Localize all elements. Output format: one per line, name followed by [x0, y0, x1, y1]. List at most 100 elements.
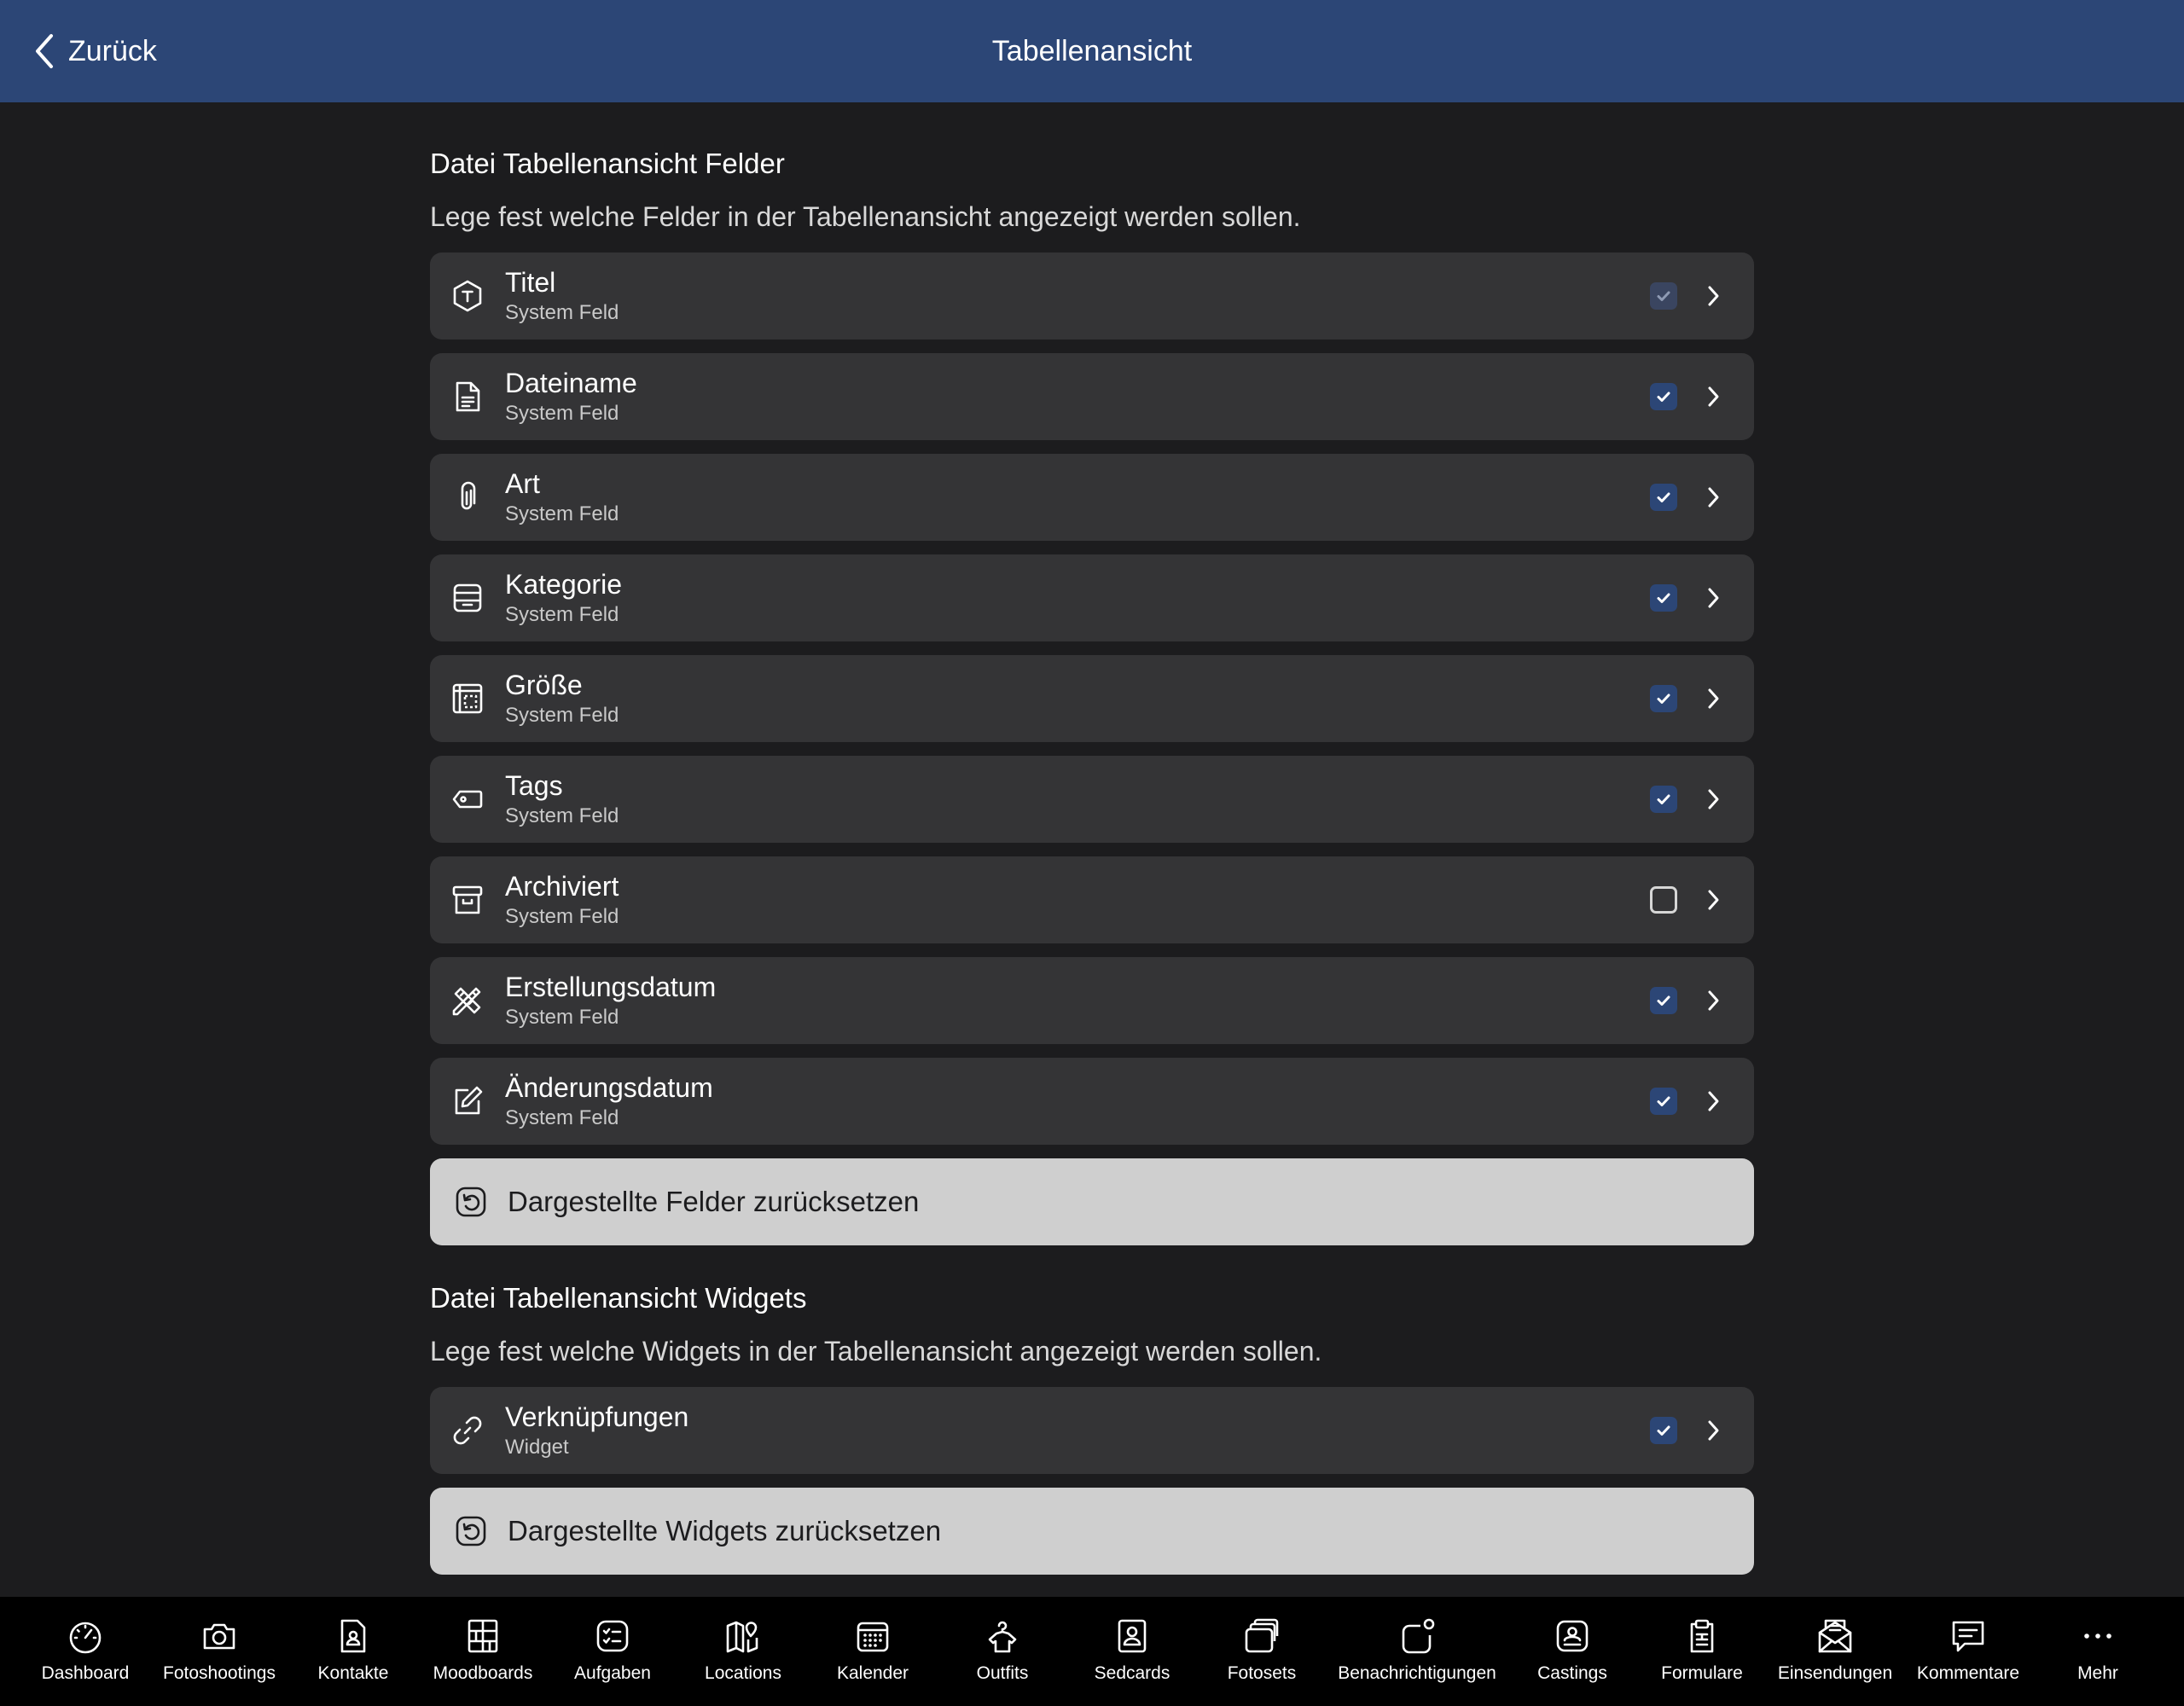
tab-kommentare[interactable]: Kommentare	[1900, 1597, 2036, 1706]
fields-section-description: Lege fest welche Felder in der Tabellena…	[430, 201, 1301, 232]
field-title: Kategorie	[505, 569, 622, 600]
hexagon-t-icon	[450, 279, 485, 313]
hanger-icon	[984, 1617, 1021, 1655]
moodboard-icon	[464, 1617, 502, 1655]
field-checkbox[interactable]	[1650, 987, 1677, 1014]
field-row-archiviert[interactable]: Archiviert System Feld	[430, 856, 1754, 943]
tab-mehr[interactable]: Mehr	[2030, 1597, 2166, 1706]
chevron-right-icon	[1708, 588, 1719, 608]
field-row-titel[interactable]: Titel System Feld	[430, 252, 1754, 339]
casting-icon	[1554, 1617, 1591, 1655]
widgets-section-title: Datei Tabellenansicht Widgets	[430, 1282, 807, 1314]
tab-locations[interactable]: Locations	[675, 1597, 811, 1706]
tab-benachrichtigungen[interactable]: Benachrichtigungen	[1338, 1597, 1496, 1706]
page-title: Tabellenansicht	[991, 35, 1193, 67]
reset-fields-button[interactable]: Dargestellte Felder zurücksetzen	[430, 1158, 1754, 1245]
field-row-erstellungsdatum[interactable]: Erstellungsdatum System Feld	[430, 957, 1754, 1044]
main-content: Datei Tabellenansicht Felder Lege fest w…	[430, 102, 1754, 1575]
tab-label: Fotosets	[1227, 1663, 1297, 1683]
field-subtitle: System Feld	[505, 502, 619, 525]
tab-label: Fotoshootings	[163, 1663, 276, 1683]
clipboard-icon	[1683, 1617, 1721, 1655]
field-checkbox[interactable]	[1650, 1088, 1677, 1115]
reset-fields-label: Dargestellte Felder zurücksetzen	[508, 1186, 920, 1217]
back-button[interactable]: Zurück	[32, 26, 157, 77]
tab-outfits[interactable]: Outfits	[934, 1597, 1071, 1706]
field-checkbox[interactable]	[1650, 886, 1677, 914]
tab-kontakte[interactable]: Kontakte	[285, 1597, 421, 1706]
tab-castings[interactable]: Castings	[1504, 1597, 1641, 1706]
camera-icon	[200, 1617, 238, 1655]
more-icon	[2079, 1617, 2117, 1655]
field-row-aenderungsdatum[interactable]: Änderungsdatum System Feld	[430, 1058, 1754, 1145]
chevron-right-icon	[1708, 1091, 1719, 1111]
widget-checkbox[interactable]	[1650, 1417, 1677, 1444]
pencil-ruler-icon	[450, 984, 485, 1018]
chevron-right-icon	[1708, 1420, 1719, 1441]
field-row-groesse[interactable]: Größe System Feld	[430, 655, 1754, 742]
field-title: Art	[505, 468, 540, 499]
navigation-bar: Zurück Tabellenansicht	[0, 0, 2184, 102]
widget-title: Verknüpfungen	[505, 1401, 689, 1432]
field-row-art[interactable]: Art System Feld	[430, 454, 1754, 541]
tab-label: Sedcards	[1094, 1663, 1170, 1683]
tab-fotoshootings[interactable]: Fotoshootings	[151, 1597, 288, 1706]
tab-fotosets[interactable]: Fotosets	[1194, 1597, 1330, 1706]
tab-label: Outfits	[976, 1663, 1029, 1683]
field-title: Erstellungsdatum	[505, 972, 717, 1002]
widget-row-verknuepfungen[interactable]: Verknüpfungen Widget	[430, 1387, 1754, 1474]
field-title: Tags	[505, 770, 563, 801]
tab-label: Benachrichtigungen	[1338, 1663, 1496, 1683]
chevron-right-icon	[1708, 487, 1719, 508]
document-icon	[450, 380, 485, 414]
tab-formulare[interactable]: Formulare	[1634, 1597, 1770, 1706]
tab-dashboard[interactable]: Dashboard	[17, 1597, 154, 1706]
tab-sedcards[interactable]: Sedcards	[1064, 1597, 1200, 1706]
fields-section-title: Datei Tabellenansicht Felder	[430, 148, 785, 179]
tab-aufgaben[interactable]: Aufgaben	[544, 1597, 681, 1706]
reset-widgets-label: Dargestellte Widgets zurücksetzen	[508, 1515, 942, 1546]
reset-icon	[454, 1514, 488, 1548]
fields-list: Titel System Feld Dateiname System Feld	[430, 252, 1754, 1245]
field-subtitle: System Feld	[505, 804, 619, 827]
tab-kalender[interactable]: Kalender	[804, 1597, 941, 1706]
field-subtitle: System Feld	[505, 1106, 619, 1129]
tab-moodboards[interactable]: Moodboards	[415, 1597, 551, 1706]
tab-einsendungen[interactable]: Einsendungen	[1767, 1597, 1903, 1706]
notification-icon	[1398, 1617, 1436, 1655]
tasks-icon	[594, 1617, 631, 1655]
paperclip-icon	[450, 480, 485, 514]
widget-subtitle: Widget	[505, 1436, 569, 1459]
chevron-right-icon	[1708, 386, 1719, 407]
reset-widgets-button[interactable]: Dargestellte Widgets zurücksetzen	[430, 1488, 1754, 1575]
chevron-right-icon	[1708, 286, 1719, 306]
field-row-dateiname[interactable]: Dateiname System Feld	[430, 353, 1754, 440]
field-checkbox[interactable]	[1650, 685, 1677, 712]
widgets-section-description: Lege fest welche Widgets in der Tabellen…	[430, 1336, 1322, 1367]
field-checkbox[interactable]	[1650, 282, 1677, 310]
field-checkbox[interactable]	[1650, 584, 1677, 612]
widgets-list: Verknüpfungen Widget Dargestellte Widget…	[430, 1387, 1754, 1575]
tab-label: Aufgaben	[574, 1663, 651, 1683]
field-title: Dateiname	[505, 368, 637, 398]
field-checkbox[interactable]	[1650, 484, 1677, 511]
speedometer-icon	[67, 1617, 104, 1655]
tab-label: Kalender	[836, 1663, 909, 1683]
field-title: Archiviert	[505, 871, 619, 902]
chevron-right-icon	[1708, 789, 1719, 809]
field-checkbox[interactable]	[1650, 786, 1677, 813]
tab-bar: Dashboard Fotoshootings Kontakte Moodboa…	[0, 1597, 2184, 1706]
map-pin-icon	[724, 1617, 762, 1655]
tab-label: Moodboards	[433, 1663, 533, 1683]
field-row-tags[interactable]: Tags System Feld	[430, 756, 1754, 843]
chevron-right-icon	[1708, 688, 1719, 709]
field-title: Titel	[505, 267, 556, 298]
calendar-icon	[854, 1617, 892, 1655]
edit-icon	[450, 1084, 485, 1118]
reset-icon	[454, 1185, 488, 1219]
field-row-kategorie[interactable]: Kategorie System Feld	[430, 554, 1754, 641]
tag-icon	[450, 782, 485, 816]
field-checkbox[interactable]	[1650, 383, 1677, 410]
chevron-left-icon	[36, 34, 53, 68]
field-title: Änderungsdatum	[505, 1072, 713, 1103]
